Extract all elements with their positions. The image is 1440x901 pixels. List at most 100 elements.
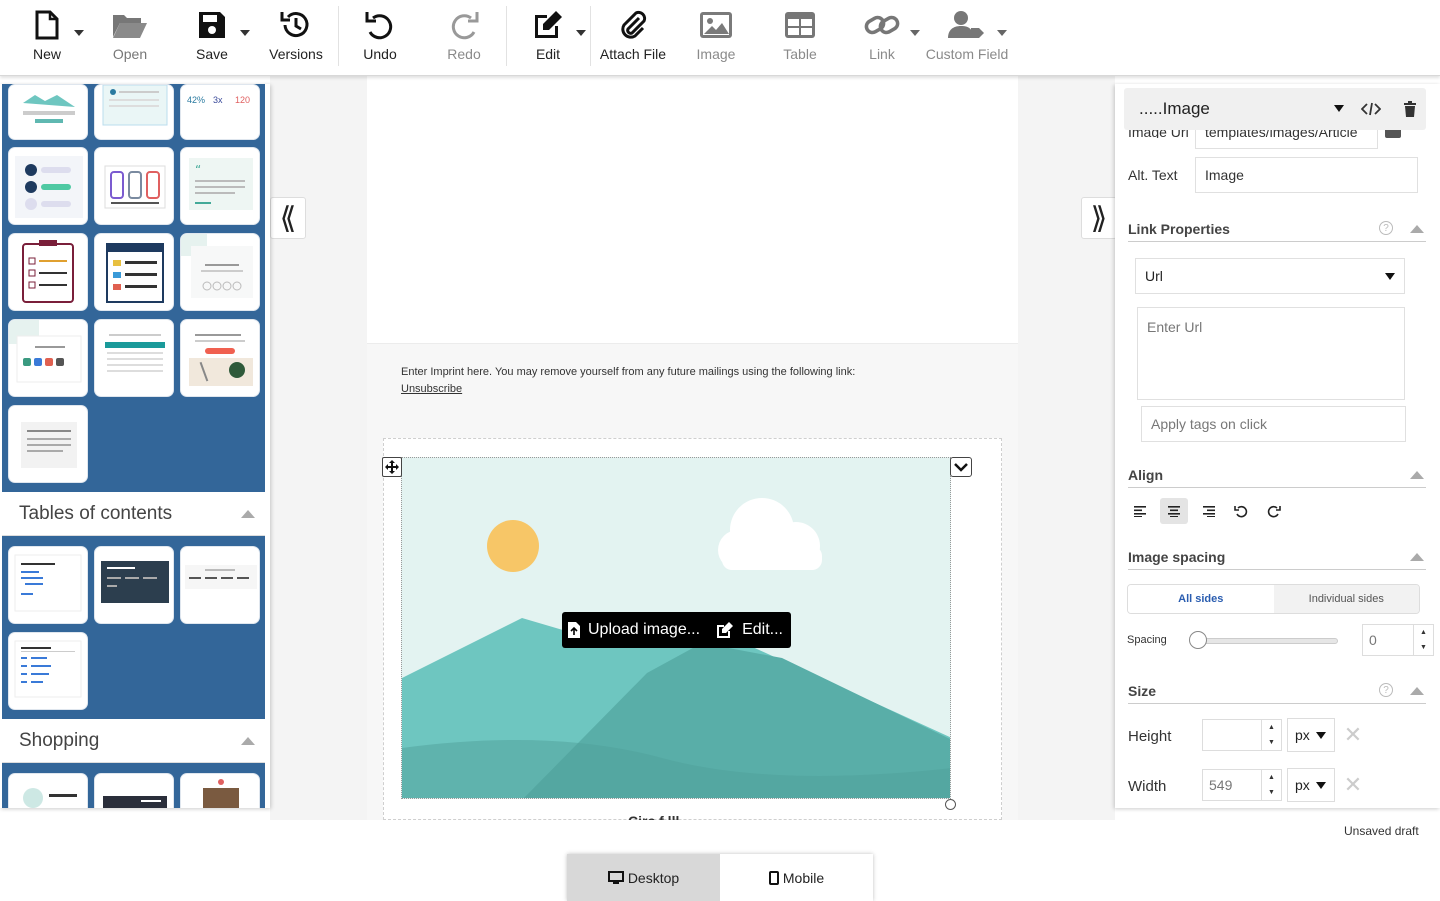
section-shopping[interactable]: Shopping — [2, 719, 265, 763]
upload-image-button[interactable]: Upload image... — [562, 612, 706, 648]
template-tile[interactable] — [8, 632, 88, 710]
align-center-icon[interactable] — [1160, 498, 1188, 524]
alt-text-input[interactable]: Image — [1195, 157, 1418, 193]
section-title: Align — [1128, 466, 1163, 483]
move-handle-icon[interactable] — [382, 457, 402, 477]
trash-icon[interactable] — [1403, 101, 1417, 117]
block-type-dropdown-icon[interactable] — [1334, 105, 1344, 112]
template-tile[interactable] — [94, 773, 174, 808]
stepper-down-icon[interactable]: ▼ — [1262, 735, 1281, 750]
url-textarea[interactable]: Enter Url — [1137, 307, 1405, 400]
template-preview — [106, 243, 164, 303]
table-icon — [780, 6, 820, 44]
width-input[interactable]: 549 ▲ ▼ — [1202, 769, 1282, 801]
spacing-slider-handle[interactable] — [1189, 631, 1207, 649]
collapse-triangle-icon[interactable] — [1410, 225, 1424, 233]
stepper-up-icon[interactable]: ▲ — [1262, 770, 1281, 785]
width-unit-select[interactable]: px — [1287, 768, 1335, 802]
collapse-left-panel-button[interactable]: ⟪ — [270, 197, 306, 239]
all-sides-tab[interactable]: All sides — [1128, 585, 1274, 613]
open-button[interactable]: Open — [108, 6, 152, 68]
resize-handle[interactable] — [945, 799, 956, 810]
template-tile[interactable] — [8, 319, 88, 397]
edit-dropdown-caret[interactable] — [576, 30, 586, 36]
section-align[interactable]: Align — [1128, 462, 1426, 488]
clear-height-icon[interactable]: ✕ — [1343, 722, 1363, 747]
align-left-icon[interactable] — [1127, 498, 1155, 524]
template-tile[interactable] — [94, 84, 174, 140]
image-caption[interactable]: Circ f lll — [628, 813, 679, 820]
clear-width-icon[interactable]: ✕ — [1343, 772, 1363, 797]
template-tile[interactable] — [94, 546, 174, 624]
template-tile[interactable] — [8, 84, 88, 140]
unsubscribe-link[interactable]: Unsubscribe — [401, 383, 462, 395]
custom-field-dropdown-caret[interactable] — [997, 30, 1007, 36]
spacing-input[interactable]: 0 ▲ ▼ — [1362, 624, 1434, 656]
individual-sides-tab[interactable]: Individual sides — [1273, 585, 1419, 613]
new-dropdown-caret[interactable] — [74, 30, 84, 36]
custom-field-label: Custom Field — [925, 46, 1009, 62]
template-tile[interactable] — [94, 233, 174, 311]
help-icon[interactable]: ? — [1379, 221, 1393, 235]
template-tile[interactable] — [8, 546, 88, 624]
collapse-right-panel-button[interactable]: ⟫ — [1081, 197, 1117, 239]
apply-tags-input[interactable]: Apply tags on click — [1141, 406, 1406, 442]
versions-button[interactable]: Versions — [268, 6, 324, 68]
custom-field-button[interactable]: Custom Field — [926, 6, 1008, 68]
link-type-select[interactable]: Url — [1135, 258, 1405, 294]
section-image-spacing[interactable]: Image spacing — [1128, 544, 1426, 570]
height-unit-select[interactable]: px — [1287, 718, 1335, 752]
template-preview — [9, 320, 82, 383]
edit-image-button[interactable]: Edit... — [710, 612, 789, 648]
stepper-up-icon[interactable]: ▲ — [1414, 625, 1433, 640]
image-button[interactable]: Image — [694, 6, 738, 68]
edit-button[interactable]: Edit — [528, 6, 568, 68]
stepper-up-icon[interactable]: ▲ — [1262, 720, 1281, 735]
template-tile[interactable] — [8, 147, 88, 225]
height-input[interactable]: ▲ ▼ — [1202, 719, 1282, 751]
code-icon[interactable] — [1361, 102, 1381, 116]
block-options-chevron-icon[interactable] — [950, 457, 972, 477]
help-icon[interactable]: ? — [1379, 683, 1393, 697]
stepper-down-icon[interactable]: ▼ — [1262, 785, 1281, 800]
template-tile[interactable] — [8, 773, 88, 808]
link-dropdown-caret[interactable] — [910, 30, 920, 36]
section-tables-of-contents[interactable]: Tables of contents — [2, 492, 265, 536]
table-button[interactable]: Table — [778, 6, 822, 68]
collapse-triangle-icon[interactable] — [241, 510, 255, 518]
mobile-view-button[interactable]: Mobile — [720, 854, 873, 901]
template-tile[interactable] — [180, 546, 260, 624]
section-size[interactable]: Size ? — [1128, 678, 1426, 704]
desktop-view-button[interactable]: Desktop — [567, 854, 720, 901]
section-link-properties[interactable]: Link Properties ? — [1128, 216, 1426, 242]
save-dropdown-caret[interactable] — [240, 30, 250, 36]
template-tile[interactable] — [8, 405, 88, 483]
template-tile[interactable] — [94, 147, 174, 225]
desktop-label: Desktop — [627, 869, 680, 886]
align-right-icon[interactable] — [1194, 498, 1222, 524]
collapse-triangle-icon[interactable] — [1410, 553, 1424, 561]
template-tile[interactable] — [180, 319, 260, 397]
template-tile[interactable] — [180, 773, 260, 808]
rotate-left-icon[interactable] — [1227, 498, 1255, 524]
link-button[interactable]: Link — [860, 6, 904, 68]
template-tile[interactable] — [180, 233, 260, 311]
template-tile[interactable]: “ — [180, 147, 260, 225]
collapse-triangle-icon[interactable] — [1410, 687, 1424, 695]
imprint-text[interactable]: Enter Imprint here. You may remove yours… — [401, 366, 855, 378]
edit-icon — [528, 6, 568, 44]
attach-file-button[interactable]: Attach File — [598, 6, 668, 68]
template-tile[interactable] — [94, 319, 174, 397]
stepper-down-icon[interactable]: ▼ — [1414, 640, 1433, 655]
new-button[interactable]: New — [26, 6, 68, 68]
template-tile[interactable]: 42% 3x 120 — [180, 84, 260, 140]
redo-button[interactable]: Redo — [444, 6, 484, 68]
rotate-right-icon[interactable] — [1260, 498, 1288, 524]
user-tag-icon — [947, 6, 987, 44]
collapse-triangle-icon[interactable] — [241, 737, 255, 745]
save-button[interactable]: Save — [192, 6, 232, 68]
undo-button[interactable]: Undo — [360, 6, 400, 68]
template-tile[interactable] — [8, 233, 88, 311]
collapse-triangle-icon[interactable] — [1410, 471, 1424, 479]
spacing-slider-track[interactable] — [1195, 638, 1338, 644]
